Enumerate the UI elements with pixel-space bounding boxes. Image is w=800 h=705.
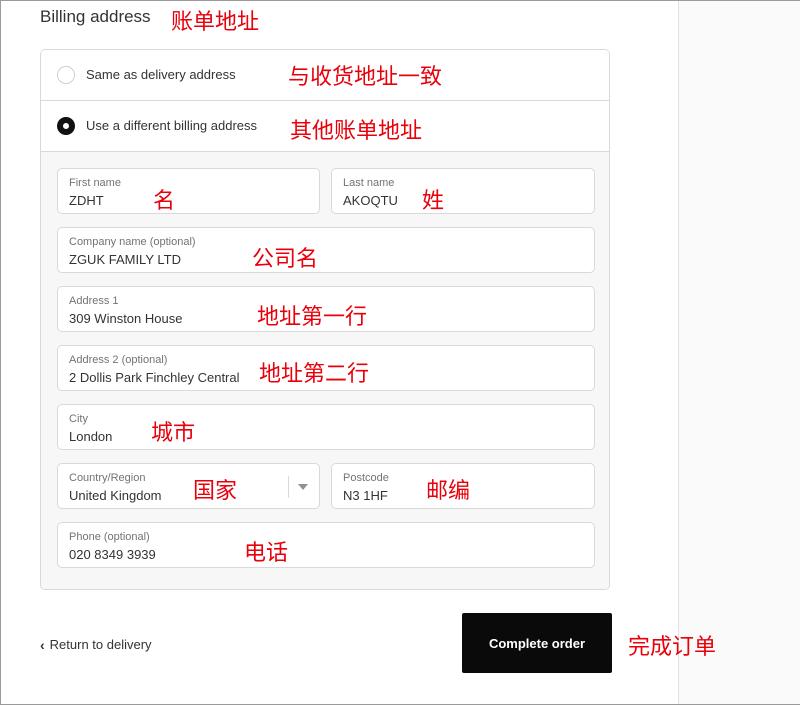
- complete-order-button[interactable]: Complete order: [462, 613, 612, 673]
- field-label: Company name (optional): [69, 236, 196, 248]
- annotation-last-name: 姓: [422, 189, 445, 214]
- field-value: United Kingdom: [69, 488, 162, 503]
- option-label: Same as delivery address: [86, 67, 236, 82]
- back-link-label: Return to delivery: [49, 637, 152, 652]
- annotation-city: 城市: [151, 421, 196, 446]
- radio-different-billing[interactable]: [57, 117, 75, 135]
- field-label: Country/Region: [69, 472, 146, 484]
- annotation-complete-order: 完成订单: [628, 635, 717, 660]
- field-value: 2 Dollis Park Finchley Central: [69, 370, 240, 385]
- annotation-address1: 地址第一行: [257, 305, 368, 330]
- field-value: 309 Winston House: [69, 311, 183, 326]
- city-field[interactable]: City London: [57, 404, 595, 450]
- field-label: Address 2 (optional): [69, 354, 168, 366]
- order-summary-panel: [678, 1, 800, 704]
- annotation-postcode: 邮编: [426, 479, 471, 504]
- first-name-field[interactable]: First name ZDHT: [57, 168, 320, 214]
- field-value: N3 1HF: [343, 488, 388, 503]
- last-name-field[interactable]: Last name AKOQTU: [331, 168, 595, 214]
- field-value: ZDHT: [69, 193, 104, 208]
- field-value: 020 8349 3939: [69, 547, 156, 562]
- section-title: Billing address: [40, 7, 151, 26]
- field-label: First name: [69, 177, 121, 189]
- country-select[interactable]: Country/Region United Kingdom: [57, 463, 320, 509]
- chevron-down-icon[interactable]: [298, 484, 308, 490]
- field-value: AKOQTU: [343, 193, 398, 208]
- return-to-delivery-link[interactable]: ‹ Return to delivery: [40, 637, 152, 652]
- annotation-first-name: 名: [153, 189, 176, 214]
- field-label: Address 1: [69, 295, 119, 307]
- annotation-phone: 电话: [244, 541, 289, 566]
- annotation-country: 国家: [193, 479, 238, 504]
- field-label: City: [69, 413, 88, 425]
- field-label: Postcode: [343, 472, 389, 484]
- annotation-same-as-delivery: 与收货地址一致: [288, 65, 443, 90]
- annotation-billing-address: 账单地址: [171, 10, 260, 35]
- radio-same-as-delivery[interactable]: [57, 66, 75, 84]
- select-divider: [288, 476, 289, 498]
- option-label: Use a different billing address: [86, 118, 258, 133]
- annotation-address2: 地址第二行: [259, 362, 370, 387]
- annotation-different-billing: 其他账单地址: [290, 119, 423, 144]
- field-label: Phone (optional): [69, 531, 150, 543]
- annotation-company: 公司名: [252, 247, 319, 272]
- chevron-left-icon: ‹: [40, 636, 45, 653]
- field-label: Last name: [343, 177, 395, 189]
- field-value: London: [69, 429, 113, 444]
- company-field[interactable]: Company name (optional) ZGUK FAMILY LTD: [57, 227, 595, 273]
- phone-field[interactable]: Phone (optional) 020 8349 3939: [57, 522, 595, 568]
- field-value: ZGUK FAMILY LTD: [69, 252, 181, 267]
